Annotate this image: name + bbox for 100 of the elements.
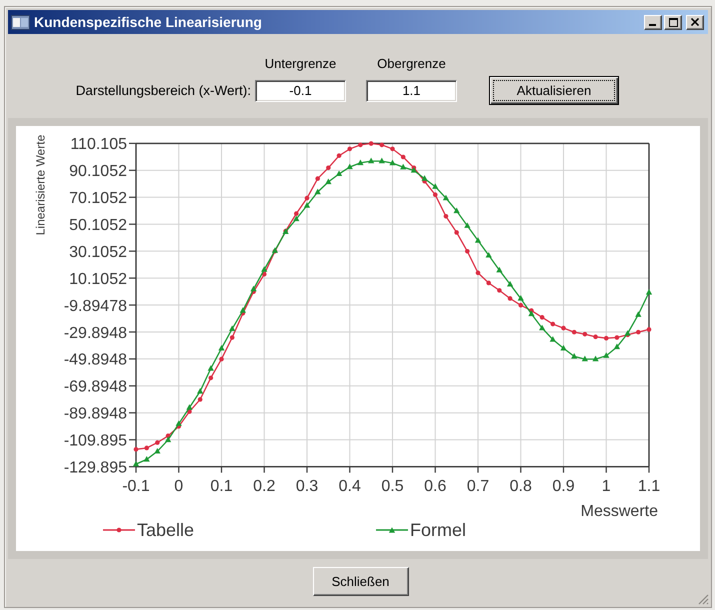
point [624,330,631,336]
point [378,158,385,164]
point [421,175,428,181]
point [229,325,236,331]
point [400,164,406,170]
close-icon [691,18,699,26]
point [293,216,300,222]
point [358,142,363,148]
x-tick-label: 0 [174,478,184,495]
point [208,376,214,380]
point [614,335,620,340]
point [368,158,374,164]
x-axis-title: Messwerte [580,502,658,519]
point [496,266,502,272]
x-tick-label: -0.1 [122,478,150,495]
y-tick-label: -89.8948 [64,406,127,423]
x-tick-label: 0.6 [424,478,446,495]
point [389,160,396,166]
x-tick-label: 0.3 [296,478,318,495]
y-tick-label: -9.89478 [64,298,127,315]
point [603,352,610,358]
point [550,322,556,326]
upper-bound-label: Obergrenze [377,56,446,72]
point [582,332,588,336]
y-tick-label: 50.1052 [69,216,127,234]
point [432,192,438,198]
point [154,448,160,454]
x-tick-label: 0.8 [510,478,532,495]
point [304,202,310,208]
point [250,286,257,292]
point [304,196,310,200]
point [476,270,480,276]
point [593,334,598,340]
y-tick-label: 70.1052 [69,190,127,208]
y-tick-label: -109.895 [64,432,127,450]
point [314,188,321,194]
x-tick-label: 0.2 [253,478,276,495]
point [336,153,342,158]
point [410,167,417,173]
point [132,460,140,466]
point [561,326,566,330]
maximize-button[interactable] [664,14,682,30]
point [315,176,320,181]
y-tick-label: -49.8948 [64,352,127,369]
point [144,446,149,450]
y-tick-label: 90.1052 [69,163,127,180]
point [486,252,492,258]
point [560,344,567,350]
point [219,356,224,362]
close-button[interactable]: Schließen [312,567,408,596]
lower-bound-label: Untergrenze [264,56,336,72]
point [432,183,438,189]
point [262,272,267,277]
minimize-button[interactable] [644,14,662,30]
point [442,194,450,200]
x-tick-label: 0.9 [552,478,575,495]
point [550,336,556,342]
x-tick-label: 1 [602,478,611,495]
x-tick-label: 0.1 [210,478,233,495]
point [208,365,214,371]
point [325,178,332,184]
point [230,335,234,340]
point [240,307,246,313]
point [357,160,364,166]
point [528,310,535,316]
close-window-button[interactable] [686,14,704,30]
update-button[interactable]: Aktualisieren [489,76,619,105]
window-icon [11,14,30,30]
point [604,336,609,340]
window-title: Kundenspezifische Linearisierung [34,14,262,30]
point [465,249,470,254]
y-tick-label: 110.105 [70,136,127,154]
y-axis-title: Linearisierte Werte [33,134,48,236]
point [474,237,482,243]
point [464,222,470,228]
lower-bound-field[interactable]: -0.1 [255,80,346,102]
y-tick-label: -29.8948 [64,324,127,342]
point [571,352,578,359]
point [186,404,193,410]
y-tick-label: 10.1052 [69,270,127,288]
point [454,230,459,235]
x-tick-label: 0.5 [381,478,404,495]
resize-grip-icon[interactable] [698,594,709,605]
maximize-icon [668,18,678,26]
point [198,397,202,402]
point [197,388,204,394]
range-label: Darstellungsbereich (x-Wert): [76,82,251,98]
x-tick-label: 0.4 [338,478,361,495]
point [614,344,620,350]
point [164,436,172,442]
legend-label: Tabelle [137,519,194,541]
point [336,170,342,176]
point [218,344,225,350]
point [155,440,160,445]
y-tick-label: -69.8948 [64,378,127,396]
upper-bound-field[interactable]: 1.1 [366,80,457,102]
point [454,207,460,214]
point [144,456,150,462]
point [294,211,299,216]
point [635,311,642,317]
